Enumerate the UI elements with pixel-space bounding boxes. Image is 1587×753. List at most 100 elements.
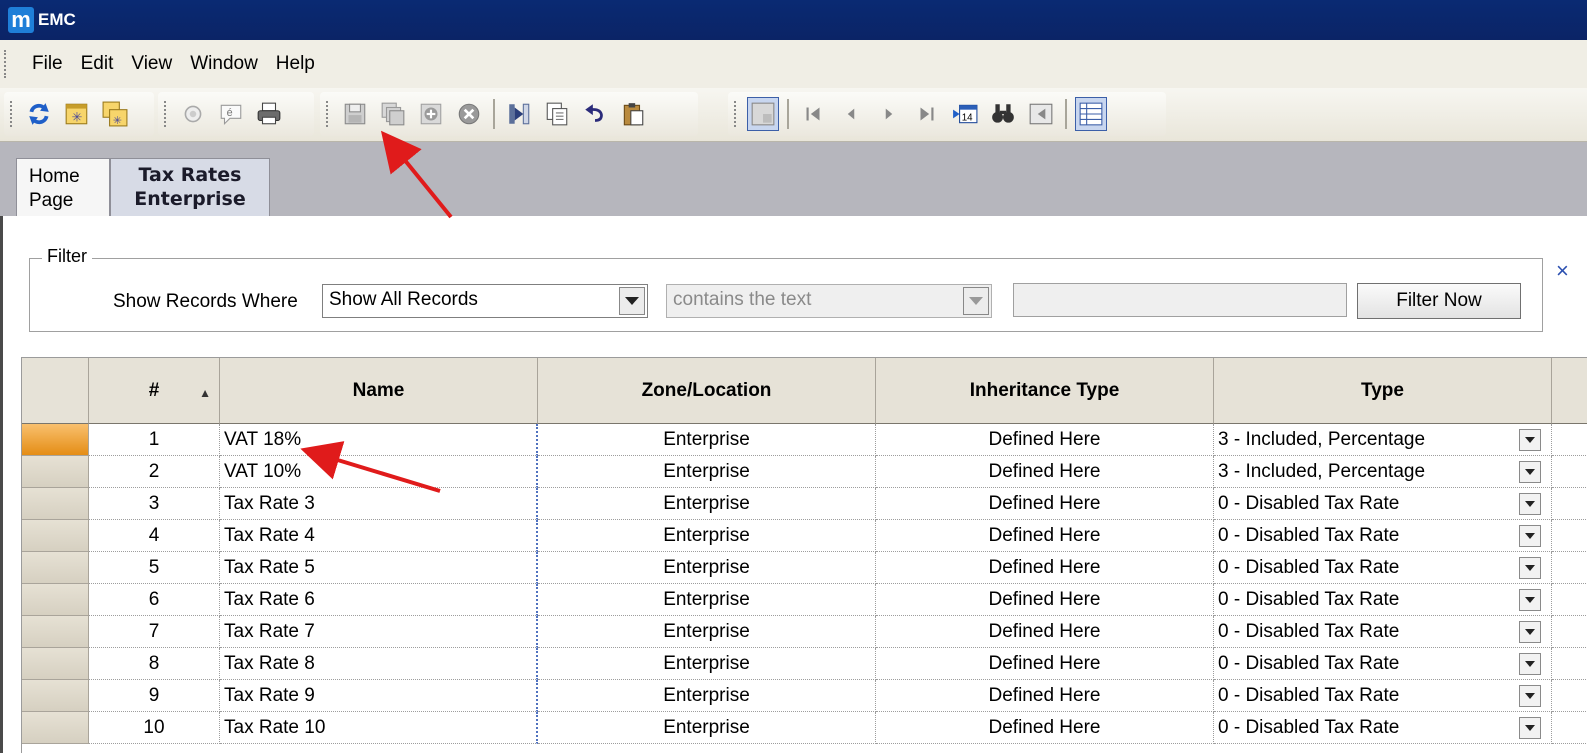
header-inheritance-type[interactable]: Inheritance Type [876, 358, 1214, 424]
table-row[interactable]: 4 Tax Rate 4 Enterprise Defined Here 0 - Dis… [22, 520, 1587, 552]
last-record-icon[interactable] [911, 97, 943, 131]
cell-zone-location[interactable]: Enterprise [538, 584, 876, 616]
toolbar-grip-handle[interactable] [734, 101, 738, 127]
cell-type[interactable]: 0 - Disabled Tax Rate [1214, 648, 1552, 680]
next-record-icon[interactable] [873, 97, 905, 131]
cell-inheritance-type[interactable]: Defined Here [876, 552, 1214, 584]
save-icon[interactable] [339, 97, 371, 131]
cell-type[interactable]: 0 - Disabled Tax Rate [1214, 584, 1552, 616]
cell-number[interactable]: 5 [89, 552, 220, 584]
cell-name[interactable]: Tax Rate 8 [220, 648, 538, 680]
cell-zone-location[interactable]: Enterprise [538, 648, 876, 680]
cell-inheritance-type[interactable]: Defined Here [876, 520, 1214, 552]
cell-zone-location[interactable]: Enterprise [538, 552, 876, 584]
cell-type[interactable]: 0 - Disabled Tax Rate [1214, 520, 1552, 552]
copy-icon[interactable] [541, 97, 573, 131]
row-selector[interactable] [22, 680, 89, 712]
cell-type[interactable]: 3 - Included, Percentage [1214, 456, 1552, 488]
cell-inheritance-type[interactable]: Defined Here [876, 712, 1214, 744]
cell-number[interactable]: 4 [89, 520, 220, 552]
cell-name[interactable]: VAT 10% [220, 456, 538, 488]
filter-text-input[interactable] [1013, 283, 1347, 317]
menu-help[interactable]: Help [276, 53, 315, 75]
multi-window-icon[interactable]: ✳ [99, 97, 131, 131]
table-row[interactable]: 7 Tax Rate 7 Enterprise Defined Here 0 - Dis… [22, 616, 1587, 648]
cell-zone-location[interactable]: Enterprise [538, 488, 876, 520]
cell-name[interactable]: Tax Rate 10 [220, 712, 538, 744]
chevron-down-icon[interactable] [1519, 525, 1541, 547]
chevron-down-icon[interactable] [1519, 557, 1541, 579]
menu-file[interactable]: File [32, 53, 63, 75]
header-zone-location[interactable]: Zone/Location [538, 358, 876, 424]
menu-edit[interactable]: Edit [81, 53, 114, 75]
cell-number[interactable]: 3 [89, 488, 220, 520]
table-row[interactable]: 5 Tax Rate 5 Enterprise Defined Here 0 - Dis… [22, 552, 1587, 584]
cell-number[interactable]: 7 [89, 616, 220, 648]
table-row[interactable]: 6 Tax Rate 6 Enterprise Defined Here 0 - Dis… [22, 584, 1587, 616]
cell-inheritance-type[interactable]: Defined Here [876, 616, 1214, 648]
chevron-down-icon[interactable] [1519, 493, 1541, 515]
close-filter-icon[interactable]: × [1556, 258, 1569, 284]
cell-number[interactable]: 2 [89, 456, 220, 488]
form-view-icon[interactable] [1025, 97, 1057, 131]
cell-inheritance-type[interactable]: Defined Here [876, 456, 1214, 488]
filter-field-select[interactable]: Show All Records [322, 284, 648, 318]
row-selector[interactable] [22, 616, 89, 648]
header-name[interactable]: Name [220, 358, 538, 424]
chevron-down-icon[interactable] [1519, 685, 1541, 707]
row-selector[interactable] [22, 520, 89, 552]
table-row[interactable]: 2 VAT 10% Enterprise Defined Here 3 - Includ… [22, 456, 1587, 488]
chevron-down-icon[interactable] [619, 287, 645, 315]
chevron-down-icon[interactable] [1519, 429, 1541, 451]
row-selector[interactable] [22, 488, 89, 520]
cell-name[interactable]: Tax Rate 3 [220, 488, 538, 520]
cell-name[interactable]: Tax Rate 7 [220, 616, 538, 648]
cell-zone-location[interactable]: Enterprise [538, 456, 876, 488]
cell-inheritance-type[interactable]: Defined Here [876, 648, 1214, 680]
refresh-icon[interactable] [23, 97, 55, 131]
cell-zone-location[interactable]: Enterprise [538, 520, 876, 552]
cell-type[interactable]: 0 - Disabled Tax Rate [1214, 680, 1552, 712]
cell-zone-location[interactable]: Enterprise [538, 680, 876, 712]
tab-home-page[interactable]: Home Page [16, 158, 110, 216]
cell-number[interactable]: 8 [89, 648, 220, 680]
toolbar-grip-handle[interactable] [10, 101, 14, 127]
cell-number[interactable]: 9 [89, 680, 220, 712]
cell-name[interactable]: Tax Rate 6 [220, 584, 538, 616]
cell-inheritance-type[interactable]: Defined Here [876, 424, 1214, 456]
paste-icon[interactable] [617, 97, 649, 131]
filter-operator-select[interactable]: contains the text [666, 284, 992, 318]
cell-type[interactable]: 0 - Disabled Tax Rate [1214, 616, 1552, 648]
table-row[interactable]: 1 VAT 18% Enterprise Defined Here 3 - Includ… [22, 424, 1587, 456]
table-row[interactable]: 10 Tax Rate 10 Enterprise Defined Here 0 - D… [22, 712, 1587, 744]
cell-name[interactable]: VAT 18% [220, 424, 538, 456]
add-record-icon[interactable] [415, 97, 447, 131]
header-selector[interactable] [22, 358, 89, 424]
cell-number[interactable]: 6 [89, 584, 220, 616]
menu-view[interactable]: View [131, 53, 172, 75]
cell-type[interactable]: 0 - Disabled Tax Rate [1214, 552, 1552, 584]
row-selector[interactable] [22, 648, 89, 680]
table-row[interactable]: 9 Tax Rate 9 Enterprise Defined Here 0 - Dis… [22, 680, 1587, 712]
filter-now-button[interactable]: Filter Now [1357, 283, 1521, 319]
chevron-down-icon[interactable] [1519, 653, 1541, 675]
chevron-down-icon[interactable] [1519, 717, 1541, 739]
comment-icon[interactable]: é [215, 97, 247, 131]
cell-inheritance-type[interactable]: Defined Here [876, 584, 1214, 616]
goto-record-icon[interactable]: 14 [949, 97, 981, 131]
table-view-icon[interactable] [1075, 97, 1107, 131]
menu-window[interactable]: Window [190, 53, 258, 75]
header-number[interactable]: # ▲ [89, 358, 220, 424]
row-selector[interactable] [22, 712, 89, 744]
table-row[interactable]: 8 Tax Rate 8 Enterprise Defined Here 0 - Dis… [22, 648, 1587, 680]
cell-name[interactable]: Tax Rate 5 [220, 552, 538, 584]
toolbar-grip-handle[interactable] [326, 101, 330, 127]
tab-tax-rates-enterprise[interactable]: Tax Rates Enterprise [110, 158, 270, 216]
cell-type[interactable]: 0 - Disabled Tax Rate [1214, 712, 1552, 744]
chevron-down-icon[interactable] [1519, 589, 1541, 611]
previous-record-icon[interactable] [835, 97, 867, 131]
toolbar-grip-handle[interactable] [164, 101, 168, 127]
radio-icon[interactable] [177, 97, 209, 131]
insert-icon[interactable] [503, 97, 535, 131]
chevron-down-icon[interactable] [1519, 621, 1541, 643]
